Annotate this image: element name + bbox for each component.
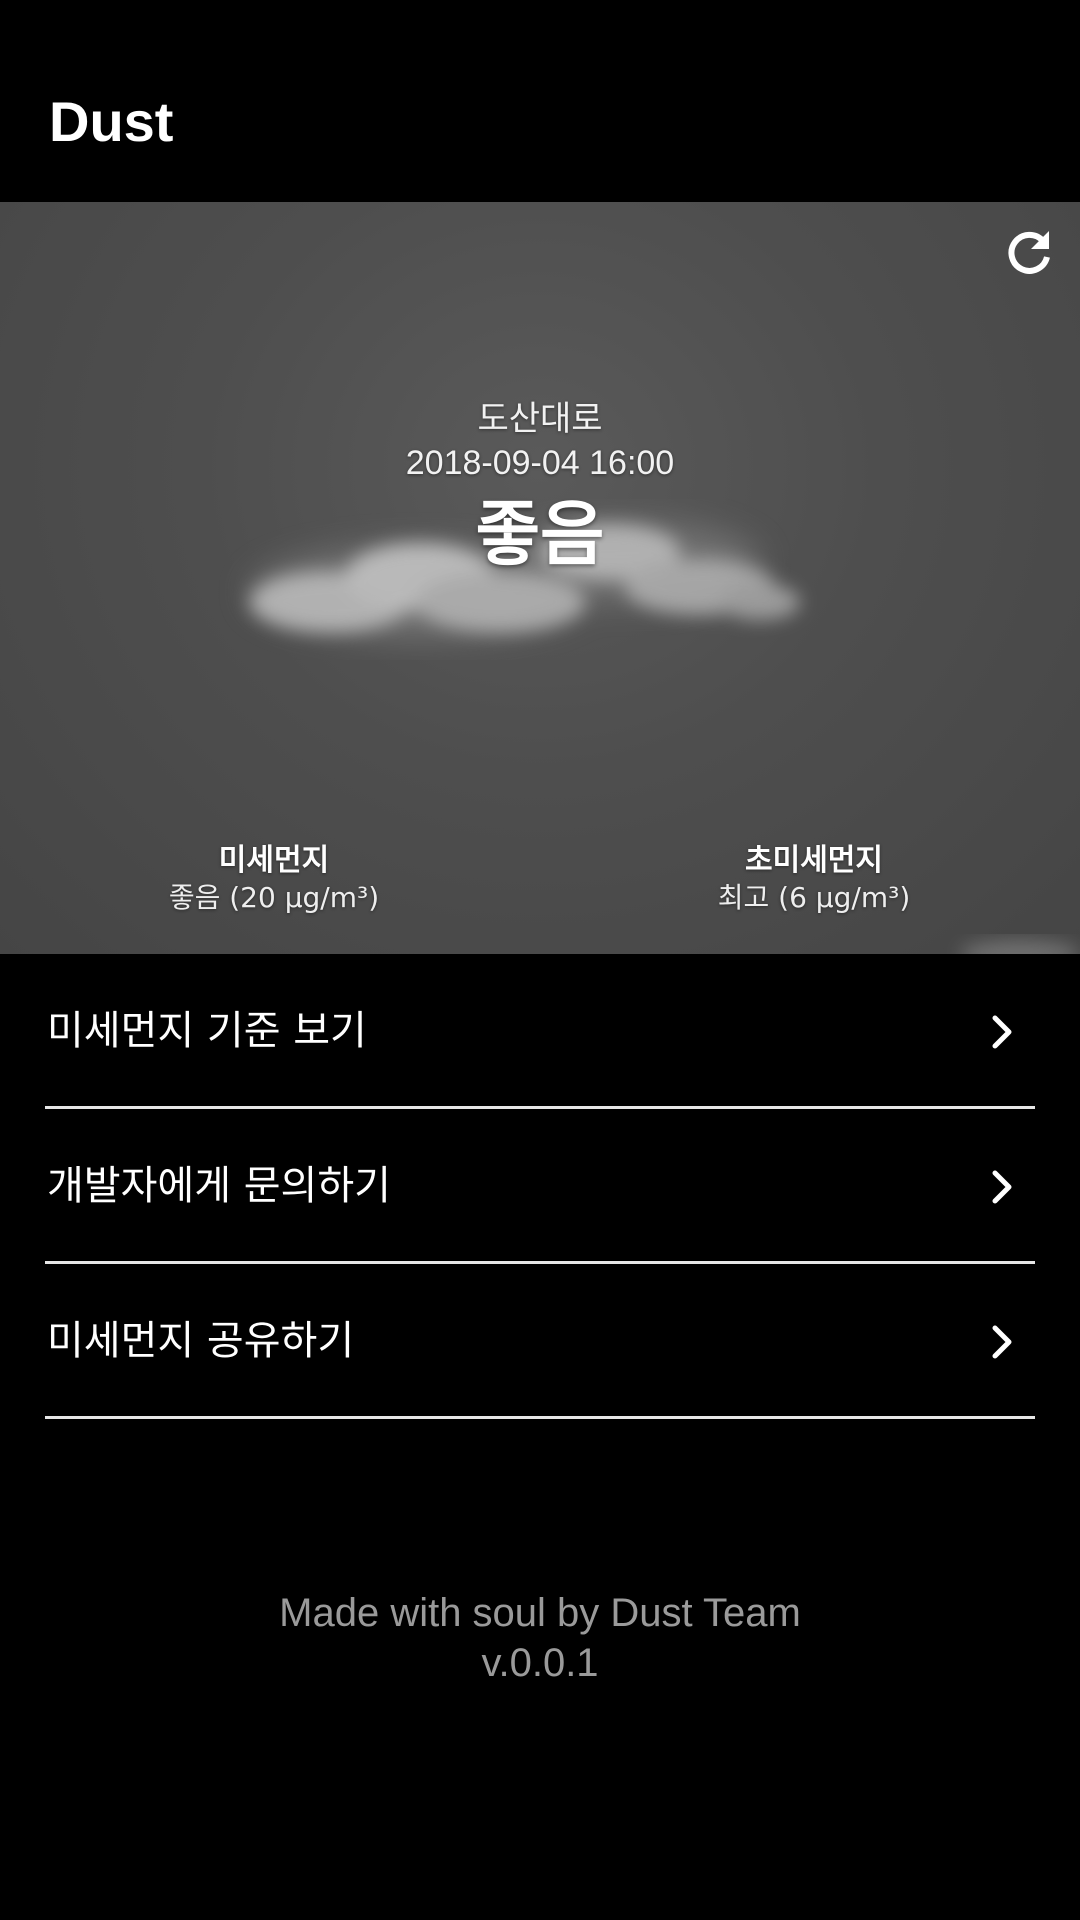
chevron-right-icon <box>992 1015 1012 1049</box>
measurement-time: 2018-09-04 16:00 <box>405 444 675 482</box>
chevron-right-icon <box>992 1325 1012 1359</box>
pm25-value: 최고 (6 μg/m³) <box>717 881 911 914</box>
footer: Made with soul by Dust Team v.0.0.1 <box>0 1588 1080 1688</box>
pm25-metric: 초미세먼지 최고 (6 μg/m³) <box>634 842 994 916</box>
menu-item-contact-developer[interactable]: 개발자에게 문의하기 <box>45 1109 1035 1264</box>
air-quality-status: 좋음 <box>475 493 605 575</box>
refresh-button[interactable] <box>994 218 1064 288</box>
app-root: Dust 도산대로 2018-09-04 16:00 좋음 미세먼지 좋음 (2… <box>0 0 1080 1920</box>
air-quality-card: 도산대로 2018-09-04 16:00 좋음 미세먼지 좋음 (20 μg/… <box>0 202 1080 954</box>
menu-item-dust-standards[interactable]: 미세먼지 기준 보기 <box>45 954 1035 1109</box>
app-bar: Dust <box>0 0 1080 202</box>
menu-item-label: 개발자에게 문의하기 <box>47 1163 391 1209</box>
footer-credit: Made with soul by Dust Team <box>279 1591 801 1635</box>
menu-item-label: 미세먼지 공유하기 <box>47 1318 355 1364</box>
app-title: Dust <box>49 90 174 153</box>
menu-list: 미세먼지 기준 보기 개발자에게 문의하기 미세먼지 공유하기 <box>45 954 1035 1419</box>
app-version: v.0.0.1 <box>481 1641 599 1685</box>
menu-item-label: 미세먼지 기준 보기 <box>47 1008 367 1054</box>
menu-item-share-dust[interactable]: 미세먼지 공유하기 <box>45 1264 1035 1419</box>
pm10-value: 좋음 (20 μg/m³) <box>168 881 380 914</box>
chevron-right-icon <box>992 1170 1012 1204</box>
pm25-label: 초미세먼지 <box>745 843 883 878</box>
refresh-icon <box>1008 231 1050 274</box>
pm10-metric: 미세먼지 좋음 (20 μg/m³) <box>94 842 454 916</box>
location-name: 도산대로 <box>477 399 603 439</box>
pm10-label: 미세먼지 <box>218 843 330 878</box>
